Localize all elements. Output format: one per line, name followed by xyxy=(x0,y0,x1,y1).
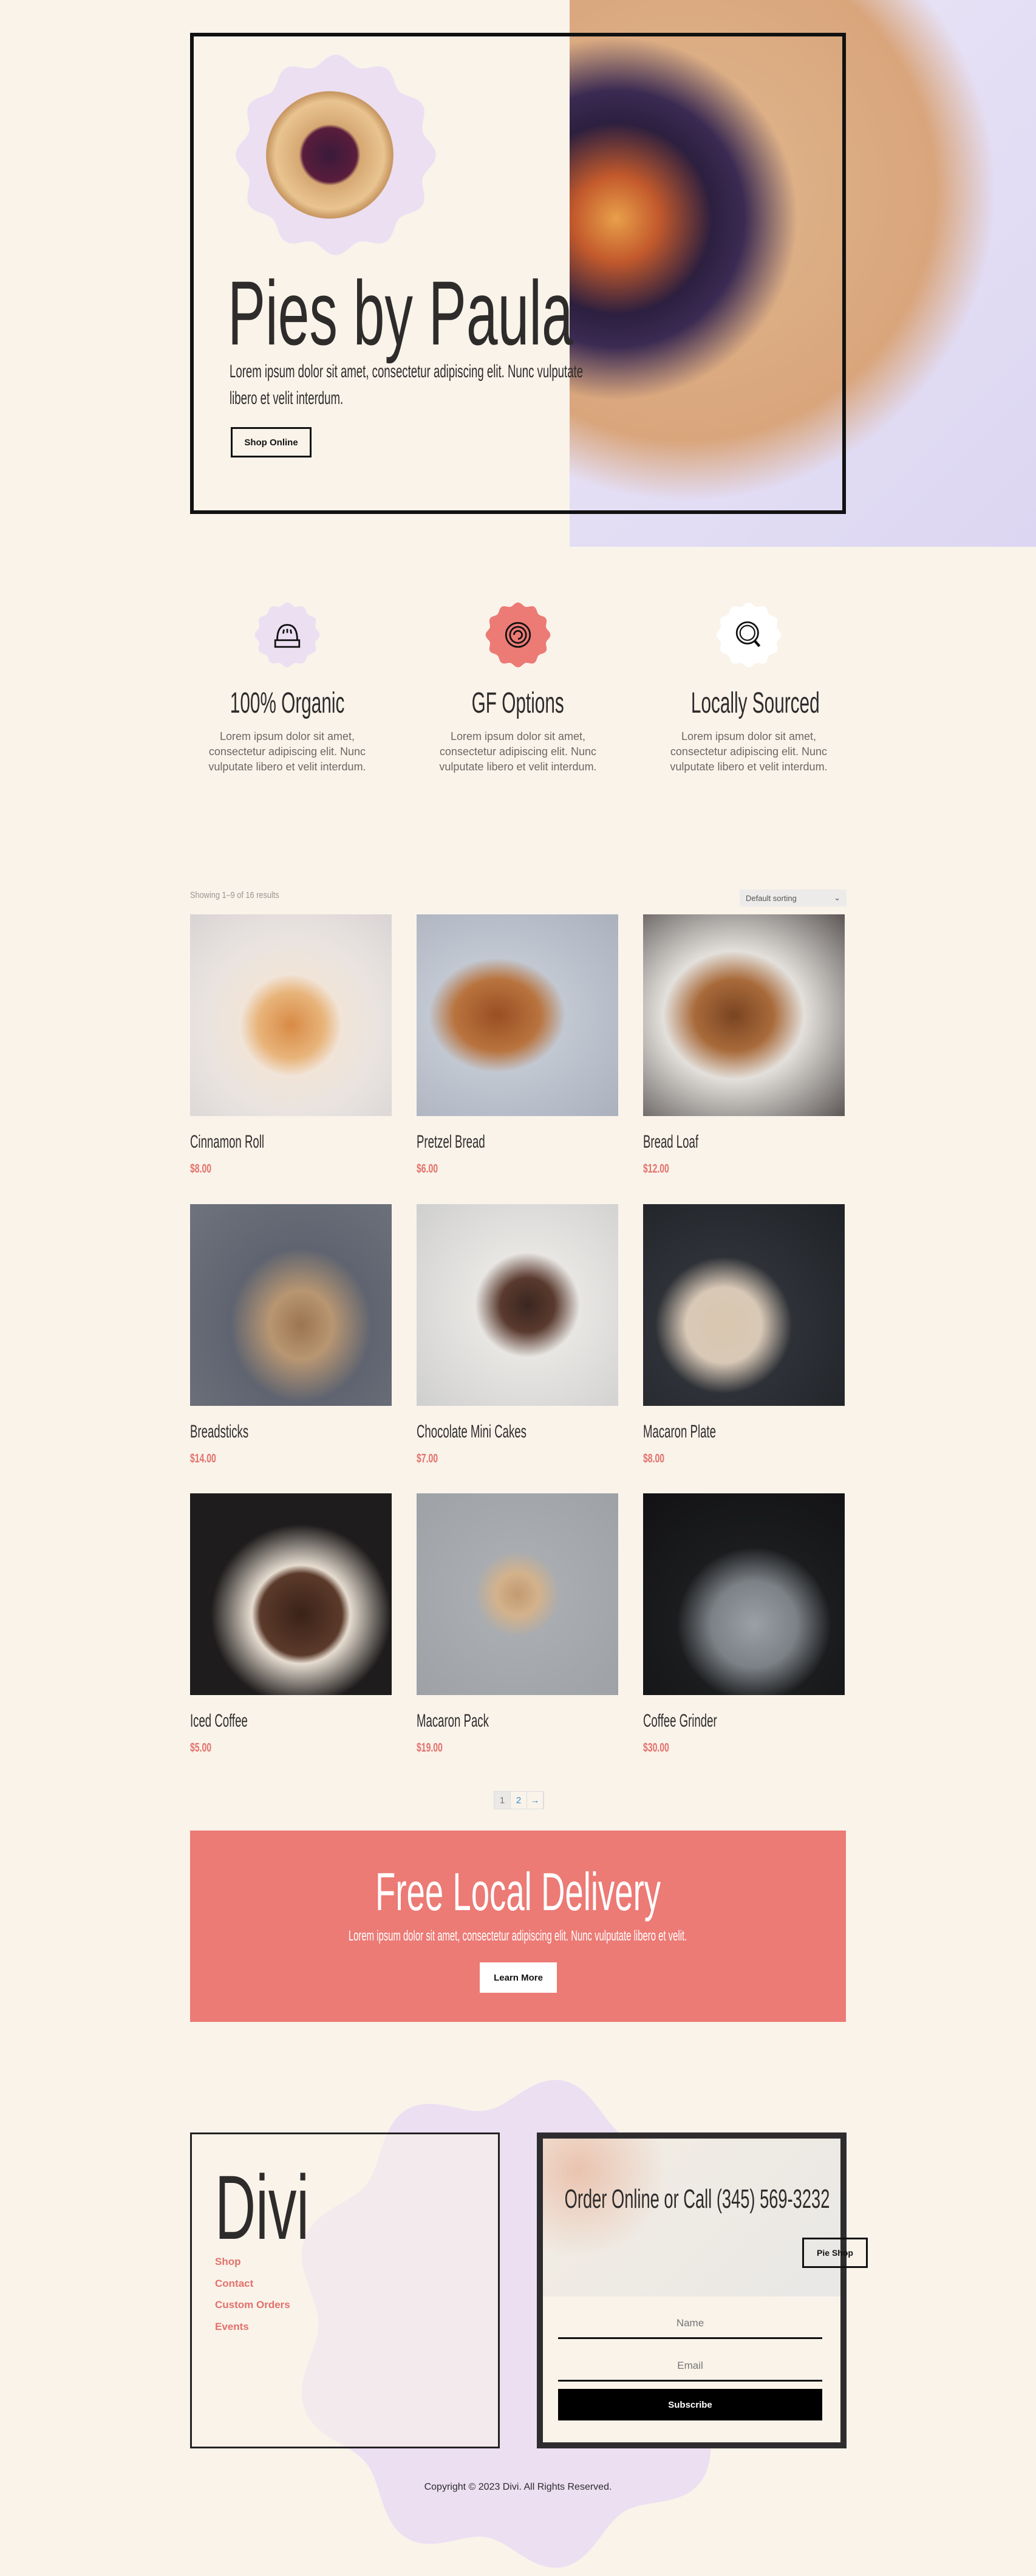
spiral-pie-icon xyxy=(485,602,551,668)
product-card[interactable]: Cinnamon Roll $8.00 xyxy=(190,914,392,1176)
product-price: $6.00 xyxy=(417,1162,438,1176)
product-card[interactable]: Bread Loaf $12.00 xyxy=(643,914,845,1176)
product-card[interactable]: Pretzel Bread $6.00 xyxy=(417,914,618,1176)
footer-order-box: Order Online or Call (345) 569-3232 Pie … xyxy=(537,2132,868,2448)
product-image[interactable] xyxy=(643,1493,845,1695)
product-card[interactable]: Macaron Pack $19.00 xyxy=(417,1493,618,1755)
feature-1: 100% Organic Lorem ipsum dolor sit amet,… xyxy=(190,601,384,775)
product-name[interactable]: Cinnamon Roll xyxy=(190,1132,392,1153)
footer-link-custom-orders[interactable]: Custom Orders xyxy=(215,2299,290,2311)
product-image[interactable] xyxy=(643,914,845,1116)
order-background-image xyxy=(543,2139,840,2297)
delivery-title: Free Local Delivery xyxy=(375,1862,661,1922)
product-image[interactable] xyxy=(190,1204,392,1406)
feature-text: Lorem ipsum dolor sit amet, consectetur … xyxy=(208,730,366,773)
feature-title: 100% Organic xyxy=(230,687,345,719)
product-image[interactable] xyxy=(417,1493,618,1695)
product-card[interactable]: Coffee Grinder $30.00 xyxy=(643,1493,845,1755)
hero-title: Pies by Paula xyxy=(228,262,573,364)
hero-text: Lorem ipsum dolor sit amet, consectetur … xyxy=(230,361,584,408)
product-image[interactable] xyxy=(417,914,618,1116)
product-image[interactable] xyxy=(190,1493,392,1695)
footer-link-contact[interactable]: Contact xyxy=(215,2278,253,2290)
product-image[interactable] xyxy=(190,914,392,1116)
feature-text: Lorem ipsum dolor sit amet, consectetur … xyxy=(439,730,597,773)
product-name[interactable]: Breadsticks xyxy=(190,1422,392,1442)
learn-more-button[interactable]: Learn More xyxy=(480,1962,557,1993)
next-page-arrow-icon[interactable]: → xyxy=(527,1792,544,1809)
subscribe-button[interactable]: Subscribe xyxy=(558,2389,822,2420)
delivery-banner: Free Local Delivery Lorem ipsum dolor si… xyxy=(190,1831,846,2022)
product-name[interactable]: Pretzel Bread xyxy=(417,1132,618,1153)
product-name[interactable]: Macaron Plate xyxy=(643,1422,845,1442)
sort-select[interactable]: Default sorting ⌄ xyxy=(740,889,847,906)
product-price: $19.00 xyxy=(417,1741,443,1755)
product-card[interactable]: Macaron Plate $8.00 xyxy=(643,1204,845,1466)
copyright: Copyright © 2023 Divi. All Rights Reserv… xyxy=(424,2482,612,2492)
product-image[interactable] xyxy=(643,1204,845,1406)
name-input[interactable] xyxy=(558,2309,822,2339)
product-price: $30.00 xyxy=(643,1741,669,1755)
product-name[interactable]: Coffee Grinder xyxy=(643,1711,845,1732)
magnifier-icon xyxy=(716,602,782,668)
pie-dome-icon xyxy=(254,602,320,668)
product-card[interactable]: Breadsticks $14.00 xyxy=(190,1204,392,1466)
shop-online-button[interactable]: Shop Online xyxy=(231,427,312,457)
footer-logo: Divi xyxy=(215,2156,309,2258)
feature-3: Locally Sourced Lorem ipsum dolor sit am… xyxy=(652,601,846,775)
berry-galette-image xyxy=(266,91,394,219)
product-card[interactable]: Iced Coffee $5.00 xyxy=(190,1493,392,1755)
result-count: Showing 1–9 of 16 results xyxy=(190,890,279,900)
product-price: $14.00 xyxy=(190,1452,216,1465)
footer-brand-box: Divi Shop Contact Custom Orders Events xyxy=(190,2132,500,2448)
page-1[interactable]: 1 xyxy=(494,1792,511,1809)
product-image[interactable] xyxy=(417,1204,618,1406)
pagination: 1 2 → xyxy=(494,1791,544,1809)
product-name[interactable]: Bread Loaf xyxy=(643,1132,845,1153)
feature-2: GF Options Lorem ipsum dolor sit amet, c… xyxy=(421,601,615,775)
feature-title: Locally Sourced xyxy=(690,687,820,719)
delivery-text: Lorem ipsum dolor sit amet, consectetur … xyxy=(349,1928,687,1944)
pie-shop-button[interactable]: Pie Shop xyxy=(802,2238,868,2268)
email-input[interactable] xyxy=(558,2351,822,2382)
product-card[interactable]: Chocolate Mini Cakes $7.00 xyxy=(417,1204,618,1466)
product-price: $8.00 xyxy=(643,1452,665,1465)
chevron-down-icon: ⌄ xyxy=(834,893,840,902)
product-price: $8.00 xyxy=(190,1162,212,1176)
footer-link-events[interactable]: Events xyxy=(215,2321,249,2333)
product-name[interactable]: Macaron Pack xyxy=(417,1711,618,1732)
product-price: $7.00 xyxy=(417,1452,438,1465)
footer-link-shop[interactable]: Shop xyxy=(215,2256,241,2268)
feature-title: GF Options xyxy=(471,687,565,719)
product-price: $5.00 xyxy=(190,1741,212,1755)
product-price: $12.00 xyxy=(643,1162,669,1176)
product-name[interactable]: Iced Coffee xyxy=(190,1711,392,1732)
feature-text: Lorem ipsum dolor sit amet, consectetur … xyxy=(670,730,828,773)
page-2[interactable]: 2 xyxy=(511,1792,527,1809)
product-name[interactable]: Chocolate Mini Cakes xyxy=(417,1422,618,1442)
order-title: Order Online or Call (345) 569-3232 xyxy=(564,2184,830,2214)
